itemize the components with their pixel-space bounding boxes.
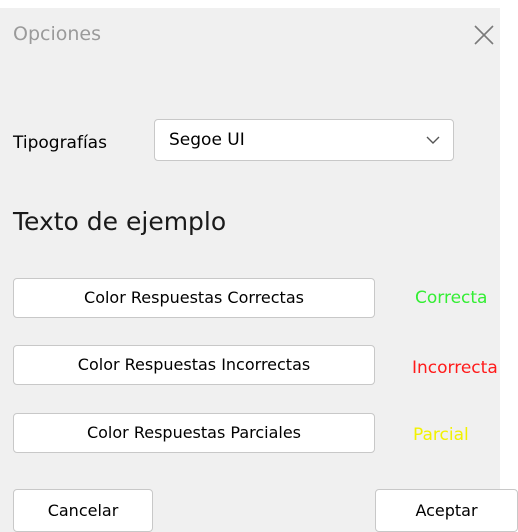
font-select-value: Segoe UI bbox=[169, 130, 245, 150]
dialog-title: Opciones bbox=[13, 23, 101, 45]
chevron-down-icon bbox=[426, 136, 440, 144]
color-partial-button[interactable]: Color Respuestas Parciales bbox=[13, 413, 375, 453]
color-incorrect-button[interactable]: Color Respuestas Incorrectas bbox=[13, 345, 375, 385]
close-icon[interactable] bbox=[467, 18, 501, 52]
incorrect-sample: Incorrecta bbox=[412, 358, 498, 378]
cancel-button[interactable]: Cancelar bbox=[13, 489, 153, 532]
dialog-panel bbox=[0, 8, 500, 532]
correct-sample: Correcta bbox=[415, 288, 488, 308]
font-label: Tipografías bbox=[13, 133, 107, 153]
partial-sample: Parcial bbox=[413, 425, 469, 445]
sample-text: Texto de ejemplo bbox=[13, 207, 227, 236]
accept-button[interactable]: Aceptar bbox=[375, 489, 518, 532]
font-select[interactable]: Segoe UI bbox=[154, 119, 454, 161]
options-dialog: Opciones Tipografías Segoe UI Texto de e… bbox=[0, 0, 518, 532]
color-correct-button[interactable]: Color Respuestas Correctas bbox=[13, 278, 375, 318]
